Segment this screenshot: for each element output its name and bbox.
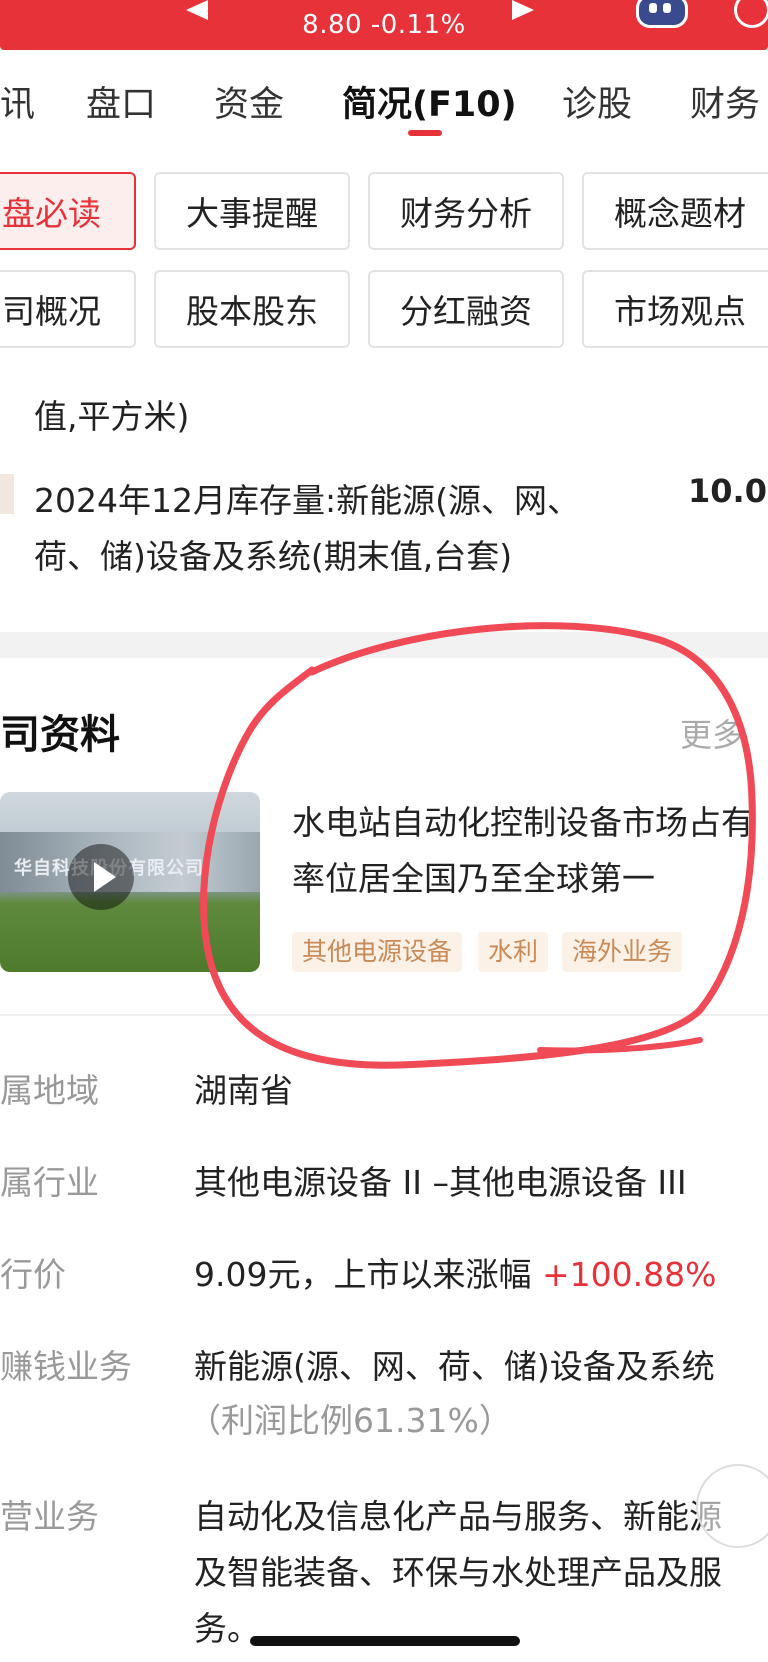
button-must-read[interactable]: 盘必读	[0, 172, 136, 250]
tag-overseas-business[interactable]: 海外业务	[562, 932, 683, 972]
main-business-line-2: 及智能装备、环保与水处理产品及服	[194, 1553, 722, 1592]
tab-diagnosis[interactable]: 诊股	[562, 76, 632, 127]
button-company-overview[interactable]: 司概况	[0, 270, 136, 348]
robot-assistant-icon[interactable]	[636, 0, 688, 28]
gain-since-listing: +100.88%	[541, 1255, 717, 1294]
issue-price-text: 9.09元，上市以来涨幅	[194, 1255, 532, 1294]
tab-orderbook[interactable]: 盘口	[86, 76, 156, 127]
tab-finance[interactable]: 财务	[690, 76, 760, 127]
profit-business-value: 新能源(源、网、荷、储)设备及系统	[194, 1347, 715, 1386]
divider	[0, 1014, 768, 1016]
tab-bar: 讯 盘口 资金 简况(F10) 诊股 财务	[0, 50, 768, 140]
more-link[interactable]: 更多	[680, 710, 744, 756]
section-title-company-profile: 司资料	[0, 712, 120, 758]
industry-value[interactable]: 其他电源设备 II –其他电源设备 III	[194, 1156, 687, 1204]
main-business-label: 营业务	[0, 1497, 99, 1536]
inventory-line-1: 值,平方米)	[34, 397, 190, 436]
tab-news[interactable]: 讯	[0, 76, 35, 127]
active-tab-indicator	[408, 130, 442, 136]
button-shareholders[interactable]: 股本股东	[154, 270, 350, 348]
inventory-line-2: 2024年12月库存量:新能源(源、网、	[34, 481, 580, 520]
tag-water-conservancy[interactable]: 水利	[478, 932, 549, 972]
button-dividends-financing[interactable]: 分红融资	[368, 270, 564, 348]
company-description: 水电站自动化控制设备市场占有率位居全国乃至全球第一	[292, 803, 754, 898]
next-stock-icon[interactable]	[512, 0, 534, 20]
region-value: 湖南省	[194, 1071, 293, 1110]
region-label: 属地域	[0, 1071, 99, 1110]
issue-price-value: 9.09元，上市以来涨幅 +100.88%	[194, 1248, 716, 1296]
issue-price-label: 行价	[0, 1255, 66, 1294]
tab-f10-overview[interactable]: 简况(F10)	[342, 76, 517, 127]
profit-ratio: （利润比例61.31%）	[188, 1401, 512, 1440]
company-video-thumbnail[interactable]: 华自科技股份有限公司	[0, 792, 260, 972]
button-financial-analysis[interactable]: 财务分析	[368, 172, 564, 250]
section-separator	[0, 632, 768, 658]
inventory-line-3: 荷、储)设备及系统(期末值,台套)	[34, 537, 513, 576]
main-business-line-1: 自动化及信息化产品与服务、新能源	[194, 1497, 722, 1536]
annotation-tail	[537, 1037, 703, 1054]
tag-other-power-equipment[interactable]: 其他电源设备	[292, 932, 463, 972]
button-market-views[interactable]: 市场观点	[582, 270, 768, 348]
button-major-events[interactable]: 大事提醒	[154, 172, 350, 250]
profit-business-label: 赚钱业务	[0, 1347, 132, 1386]
inventory-marker	[0, 474, 14, 514]
inventory-value: 10.00	[688, 472, 768, 510]
button-concept-themes[interactable]: 概念题材	[582, 172, 768, 250]
play-icon[interactable]	[68, 844, 134, 910]
stock-price-bar: 8.80 -0.11%	[0, 0, 768, 50]
industry-label: 属行业	[0, 1163, 99, 1202]
home-indicator	[250, 1636, 520, 1646]
tab-funds[interactable]: 资金	[214, 76, 284, 127]
